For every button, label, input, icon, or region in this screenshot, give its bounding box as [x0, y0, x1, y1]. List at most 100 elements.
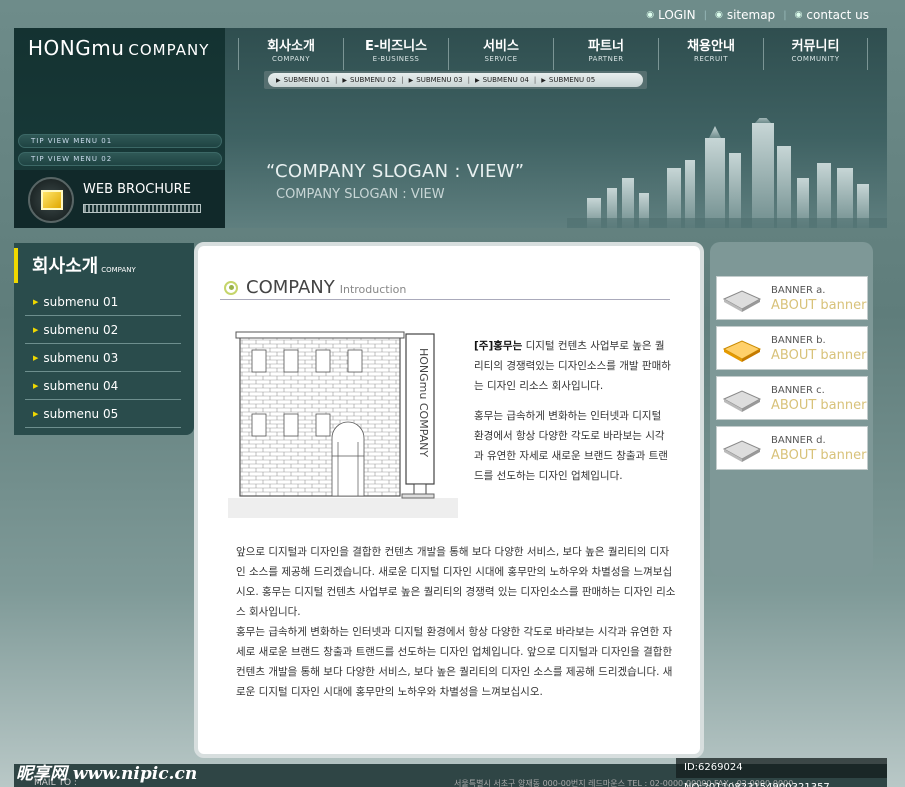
city-skyline-image: [567, 118, 887, 228]
accent-bar: [14, 248, 18, 283]
sidebar-item-label: submenu 04: [43, 378, 119, 393]
sidebar-item-submenu-03[interactable]: ▶ submenu 03: [25, 344, 181, 372]
intro-text-3: 앞으로 디지털과 디자인을 결합한 컨텐츠 개발을 통해 보다 다양한 서비스,…: [236, 546, 676, 618]
nav-label: 채용안내: [687, 39, 735, 54]
building-sign-text: HONGmu COMPANY: [417, 348, 430, 457]
submenu-03[interactable]: ▶ SUBMENU 03: [409, 76, 463, 84]
company-name-strong: [주]홍무는: [474, 340, 523, 352]
submenu-label: SUBMENU 04: [482, 76, 529, 84]
banner-title: BANNER c.: [771, 385, 825, 396]
arrow-icon: ▶: [342, 76, 347, 84]
slogan-main: “COMPANY SLOGAN : VIEW”: [266, 161, 525, 182]
submenu-label: SUBMENU 03: [416, 76, 463, 84]
submenu-bar: ▶ SUBMENU 01 | ▶ SUBMENU 02 | ▶ SUBMENU 03 …: [264, 71, 647, 89]
divider: |: [401, 76, 404, 84]
id-stamp: ID:6269024 NO:20110823154900321357: [676, 758, 887, 787]
banner-subtitle: ABOUT banner: [771, 348, 867, 363]
slogan-sub: COMPANY SLOGAN : VIEW: [276, 187, 445, 202]
banner-d[interactable]: BANNER d. ABOUT banner: [716, 426, 868, 470]
banner-title: BANNER a.: [771, 285, 826, 296]
arrow-icon: ▶: [541, 76, 546, 84]
divider: |: [467, 76, 470, 84]
bullet-icon: ◉: [714, 10, 723, 20]
logo-name: HONGmu: [28, 36, 125, 60]
nav-label: 커뮤니티: [791, 39, 840, 54]
left-sidebar: 회사소개 COMPANY ▶ submenu 01 ▶ submenu 02 ▶ sub…: [14, 243, 194, 435]
divider: |: [703, 9, 707, 21]
main-nav: 회사소개 COMPANY E-비즈니스 E-BUSINESS 서비스 SERVICE …: [238, 38, 868, 70]
book-icon: [722, 440, 762, 462]
contact-link[interactable]: ◉ contact us: [795, 8, 869, 22]
book-icon: [722, 340, 762, 362]
nav-label: E-비즈니스: [364, 39, 428, 54]
banner-c[interactable]: BANNER c. ABOUT banner: [716, 376, 868, 420]
company-building-image: HONGmu COMPANY: [228, 331, 458, 518]
tip-view-menu-01[interactable]: TIP VIEW MENU 01: [18, 134, 222, 148]
nav-sublabel: RECRUIT: [693, 55, 728, 63]
sidebar-item-label: submenu 01: [43, 294, 119, 309]
arrow-icon: ▶: [33, 353, 39, 362]
nav-company[interactable]: 회사소개 COMPANY: [238, 38, 343, 70]
nav-partner[interactable]: 파트너 PARTNER: [553, 38, 658, 70]
arrow-icon: ▶: [33, 381, 39, 390]
nav-service[interactable]: 서비스 SERVICE: [448, 38, 553, 70]
nav-label: 서비스: [483, 39, 519, 54]
banner-title: BANNER d.: [771, 435, 826, 446]
arrow-icon: ▶: [33, 325, 39, 334]
nav-sublabel: COMPANY: [271, 55, 310, 63]
logo[interactable]: HONGmu COMPANY: [28, 36, 209, 60]
arrow-icon: ▶: [33, 409, 39, 418]
nav-sublabel: PARTNER: [588, 55, 624, 63]
banner-a[interactable]: BANNER a. ABOUT banner: [716, 276, 868, 320]
intro-text-4: 홍무는 급속하게 변화하는 인터넷과 디지털 환경에서 항상 다양한 각도로 바…: [236, 626, 673, 698]
sidebar-item-submenu-01[interactable]: ▶ submenu 01: [25, 288, 181, 316]
intro-paragraph-1: [주]홍무는 디지털 컨텐츠 사업부로 높은 퀄리티의 경쟁력있는 디자인소스를…: [474, 336, 674, 396]
submenu-01[interactable]: ▶ SUBMENU 01: [276, 76, 330, 84]
submenu-05[interactable]: ▶ SUBMENU 05: [541, 76, 595, 84]
sidebar-item-label: submenu 03: [43, 350, 119, 365]
sitemap-link[interactable]: ◉ sitemap: [715, 8, 775, 22]
arrow-icon: ▶: [408, 76, 414, 84]
submenu-02[interactable]: ▶ SUBMENU 02: [342, 76, 396, 84]
header: HONGmu COMPANY TIP VIEW MENU 01 TIP VIEW …: [14, 28, 887, 228]
bullet-icon: ◉: [794, 10, 803, 20]
submenu-label: SUBMENU 05: [548, 76, 596, 84]
submenu-04[interactable]: ▶ SUBMENU 04: [475, 76, 529, 84]
nav-community[interactable]: 커뮤니티 COMMUNITY: [763, 38, 868, 70]
divider: |: [533, 76, 537, 84]
watermark: 昵享网 www.nipic.cn: [16, 764, 198, 784]
circle-bullet-icon: [224, 280, 238, 295]
sidebar-item-submenu-04[interactable]: ▶ submenu 04: [25, 372, 181, 400]
arrow-icon: ▶: [474, 76, 480, 84]
tip-view-menu-02[interactable]: TIP VIEW MENU 02: [18, 152, 222, 166]
nav-recruit[interactable]: 채용안내 RECRUIT: [658, 38, 763, 70]
banner-subtitle: ABOUT banner: [771, 398, 867, 413]
bullet-icon: ◉: [646, 10, 655, 20]
content-title: COMPANY: [246, 277, 335, 298]
section-title: 회사소개 COMPANY: [32, 252, 136, 278]
nav-sublabel: SERVICE: [484, 55, 518, 63]
utility-links: ◉ LOGIN | ◉ sitemap | ◉ contact us: [646, 6, 869, 24]
nav-ebusiness[interactable]: E-비즈니스 E-BUSINESS: [343, 38, 448, 70]
divider: |: [334, 76, 338, 84]
submenu-label: SUBMENU 02: [349, 76, 397, 84]
sidebar-item-submenu-02[interactable]: ▶ submenu 02: [25, 316, 181, 344]
arrow-icon: ▶: [276, 76, 281, 84]
right-banner-panel: BANNER a. ABOUT banner BANNER b. ABOUT b…: [710, 242, 873, 576]
content-header: COMPANY Introduction: [220, 276, 670, 300]
brochure-progress: [83, 204, 201, 213]
sidebar-item-submenu-05[interactable]: ▶ submenu 05: [25, 400, 181, 428]
web-brochure[interactable]: WEB BROCHURE: [14, 170, 225, 228]
nav-label: 파트너: [588, 39, 624, 54]
nav-sublabel: E-BUSINESS: [372, 55, 420, 63]
login-link[interactable]: ◉ LOGIN: [646, 8, 695, 22]
submenu-label: SUBMENU 01: [283, 76, 330, 84]
arrow-icon: ▶: [33, 297, 39, 306]
divider: |: [783, 9, 787, 21]
sidebar-item-label: submenu 02: [43, 322, 119, 337]
section-title-ko: 회사소개: [32, 256, 99, 277]
brochure-title: WEB BROCHURE: [83, 182, 191, 197]
section-title-en: COMPANY: [101, 266, 136, 274]
monitor-icon: [28, 177, 74, 223]
banner-b[interactable]: BANNER b. ABOUT banner: [716, 326, 868, 370]
